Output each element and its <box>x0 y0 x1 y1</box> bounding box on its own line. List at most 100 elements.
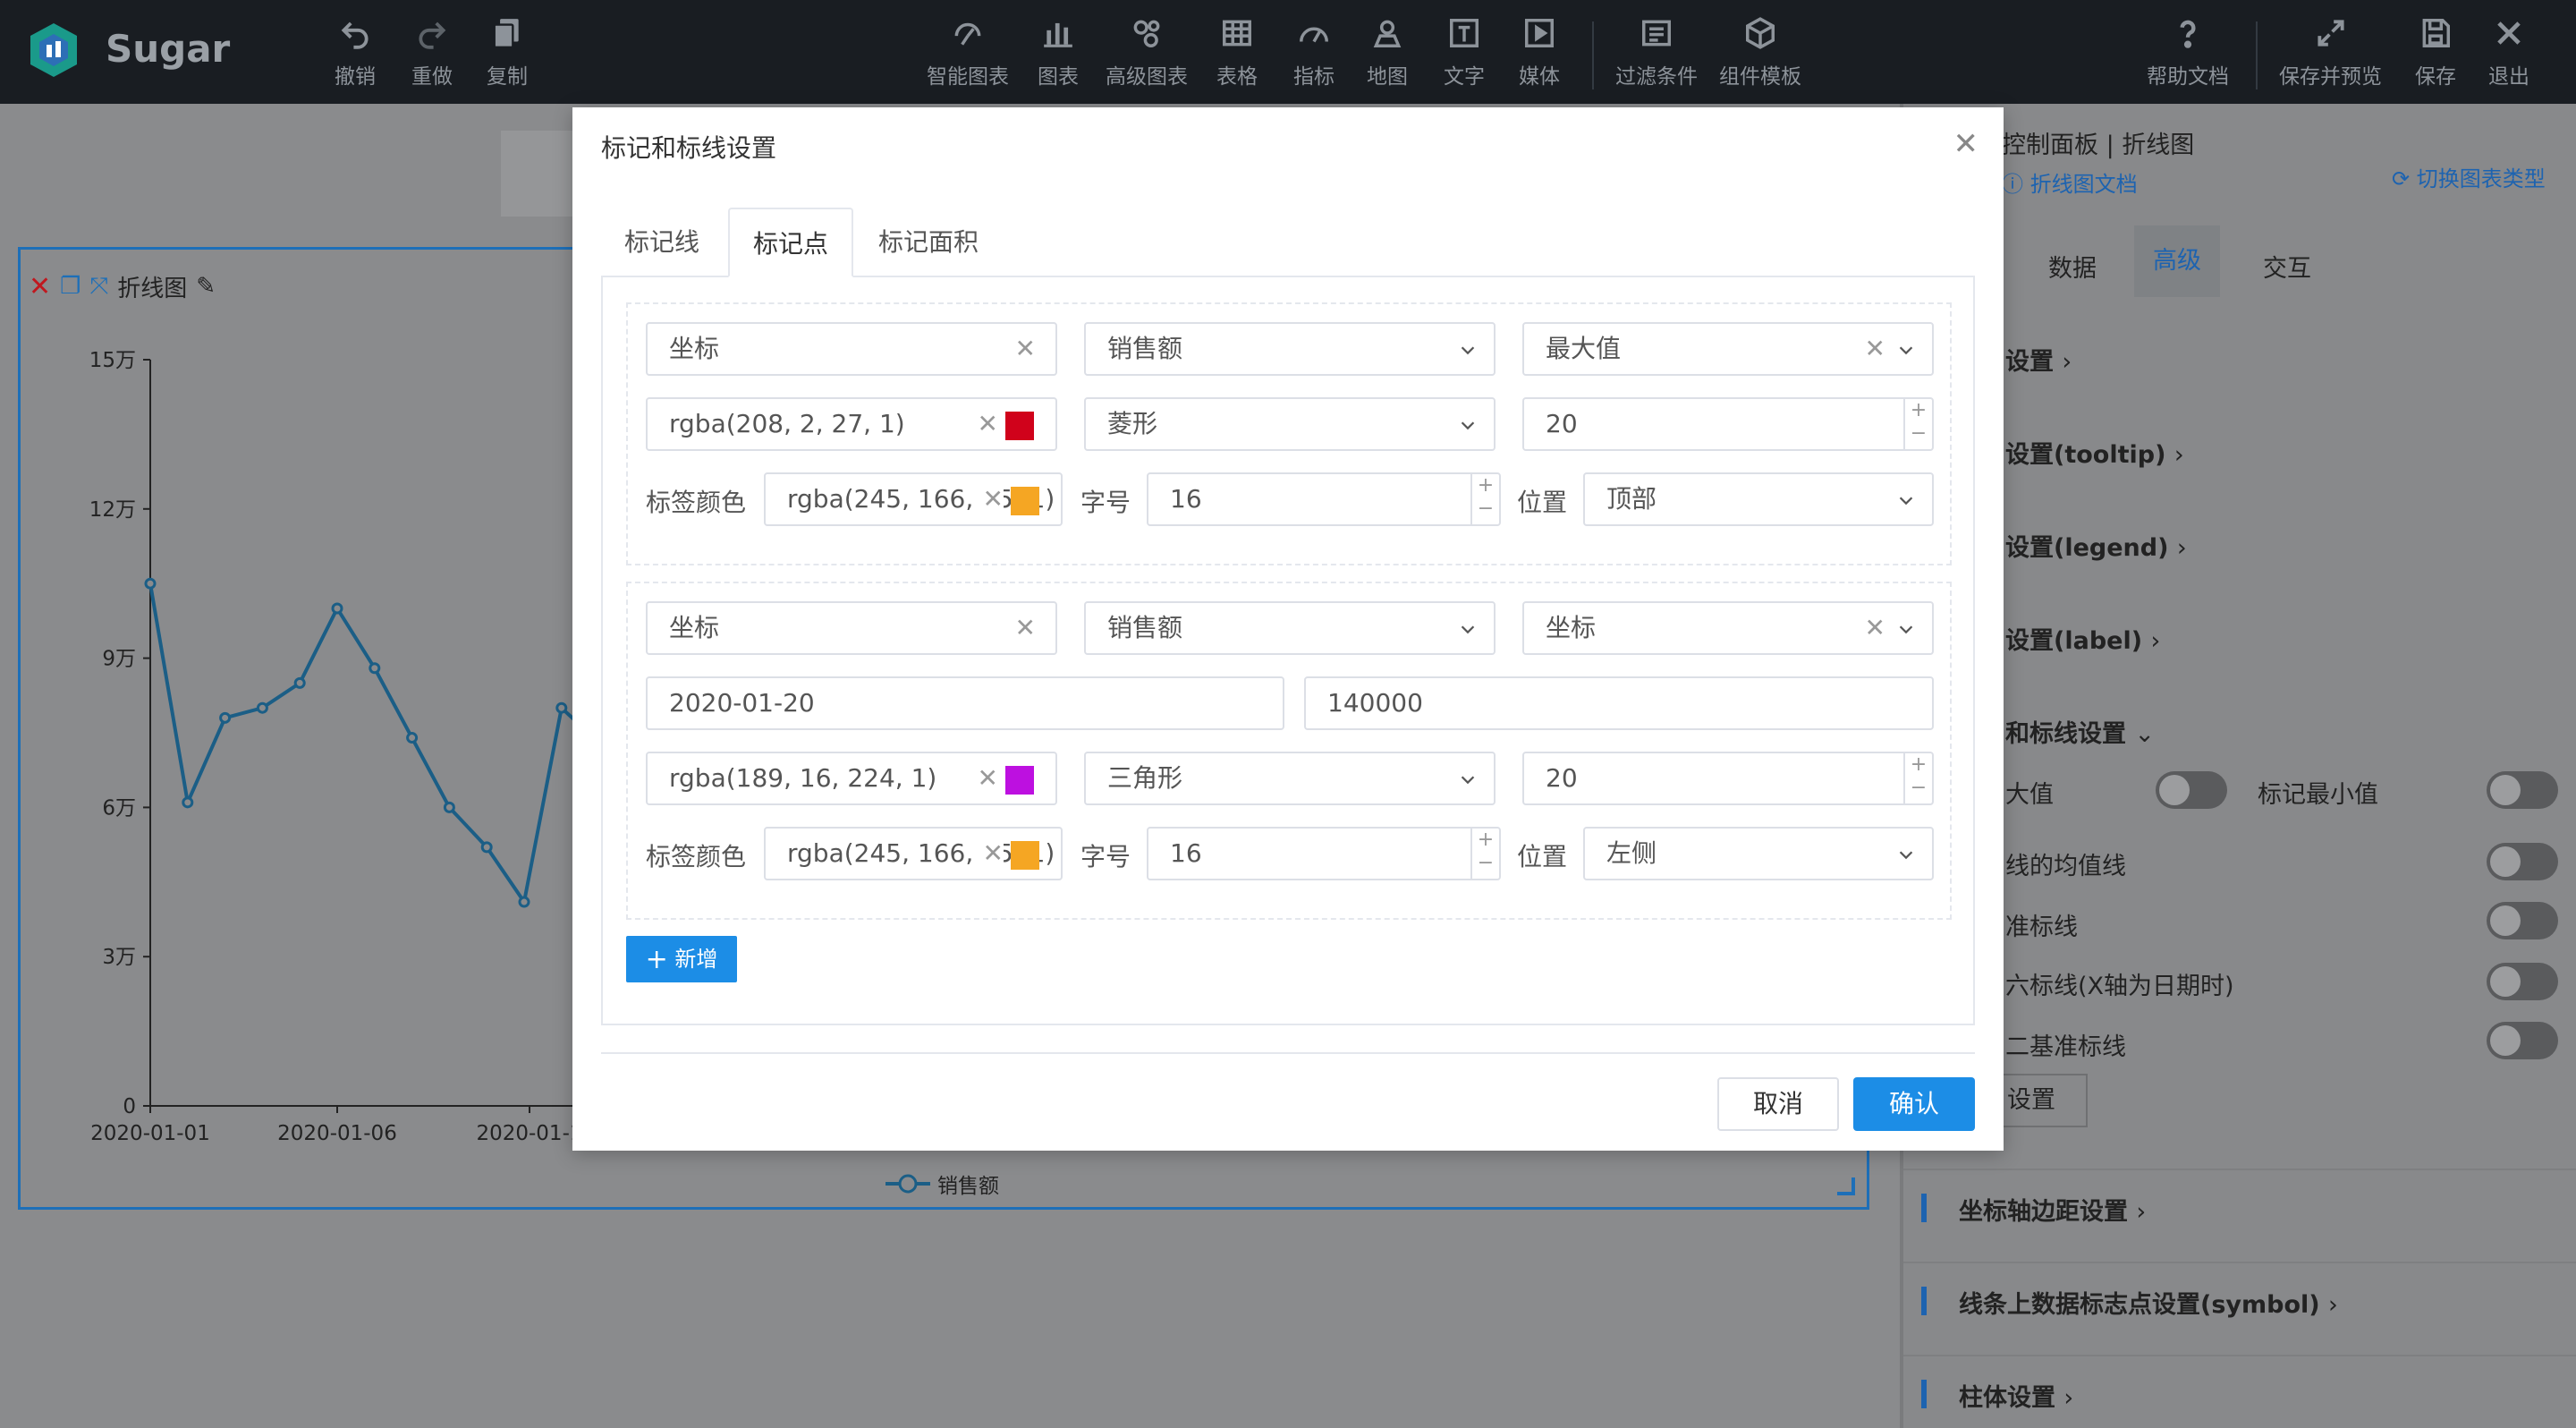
chart-doc-link[interactable]: ⓘ 折线图文档 <box>2002 166 2138 198</box>
cancel-button[interactable]: 取消 <box>1717 1077 1839 1131</box>
section-markline[interactable]: 和标线设置 ⌄ <box>2005 714 2155 749</box>
color-swatch[interactable] <box>1011 841 1039 870</box>
section-label[interactable]: 设置(label) › <box>2005 621 2160 656</box>
stepper-buttons[interactable]: + − <box>1903 753 1932 803</box>
label-color-input[interactable]: rgba(245, 166, 35, 1) ✕ <box>764 472 1063 526</box>
media-button[interactable]: 媒体 <box>1519 16 1560 89</box>
color-swatch[interactable] <box>1005 766 1034 795</box>
type-select[interactable]: 坐标 ✕ <box>646 601 1057 655</box>
help-button[interactable]: 帮助文档 <box>2147 16 2229 89</box>
position-select[interactable]: 顶部 <box>1583 472 1934 526</box>
exit-button[interactable]: 退出 <box>2488 16 2529 89</box>
resize-handle[interactable] <box>1837 1177 1855 1195</box>
clear-icon[interactable]: ✕ <box>1865 324 1885 374</box>
font-size-stepper[interactable]: 16 + − <box>1147 827 1501 880</box>
stepper-buttons[interactable]: + − <box>1470 474 1499 524</box>
undo-button[interactable]: 撤销 <box>335 16 376 89</box>
switch-chart-type-link[interactable]: ⟳ 切换图表类型 <box>2392 161 2546 192</box>
tab-markarea[interactable]: 标记面积 <box>855 208 1002 277</box>
x-tick-label: 2020-01-1 <box>476 1122 582 1145</box>
option-min-label: 标记最小值 <box>2258 781 2378 809</box>
min-value-toggle[interactable] <box>2487 771 2558 809</box>
chart-widget-title: 折线图 <box>117 275 188 302</box>
section-symbol[interactable]: 线条上数据标志点设置(symbol) › <box>1959 1285 2338 1320</box>
x-coordinate-input[interactable]: 2020-01-20 <box>646 676 1284 730</box>
x-tick-label: 2020-01-06 <box>277 1122 397 1145</box>
section-legend[interactable]: 设置(legend) › <box>2005 528 2187 563</box>
chart-button[interactable]: 图表 <box>1038 16 1079 89</box>
color-swatch[interactable] <box>1005 412 1034 440</box>
redo-icon <box>411 16 453 54</box>
tab-markline[interactable]: 标记线 <box>601 208 723 277</box>
clear-icon[interactable]: ✕ <box>1865 603 1885 653</box>
indicator-label: 指标 <box>1293 65 1335 89</box>
advanced-chart-label: 高级图表 <box>1106 65 1188 89</box>
duplicate-icon[interactable]: ❐ <box>60 273 80 300</box>
max-value-toggle[interactable] <box>2156 771 2227 809</box>
mode-select[interactable]: 最大值 ✕ <box>1522 322 1934 376</box>
field-select[interactable]: 销售额 <box>1084 322 1496 376</box>
stepper-buttons[interactable]: + − <box>1470 829 1499 879</box>
section-tooltip[interactable]: 设置(tooltip) › <box>2005 435 2184 470</box>
clear-icon[interactable]: ✕ <box>1015 324 1036 374</box>
label-color-input[interactable]: rgba(245, 166, 35, 1) ✕ <box>764 827 1063 880</box>
clear-icon[interactable]: ✕ <box>978 399 998 449</box>
chevron-down-icon <box>1458 399 1478 449</box>
add-markpoint-button[interactable]: + 新增 <box>626 936 737 982</box>
map-button[interactable]: 地图 <box>1367 16 1408 89</box>
y-coordinate-input[interactable]: 140000 <box>1304 676 1934 730</box>
data-point <box>518 896 530 908</box>
chevron-down-icon <box>1896 603 1916 653</box>
top-toolbar: Sugar 撤销 重做 复制 智能图表 图表 高级图表 表格 指标 地图 文字 <box>0 0 2576 104</box>
stepper-buttons[interactable]: + − <box>1903 399 1932 449</box>
edit-title-icon[interactable]: ✎ <box>196 273 216 300</box>
color-swatch[interactable] <box>1011 487 1039 515</box>
fullscreen-icon[interactable]: ⤧ <box>89 273 108 301</box>
position-select[interactable]: 左侧 <box>1583 827 1934 880</box>
shape-select[interactable]: 菱形 <box>1084 397 1496 451</box>
tab-data[interactable]: 数据 <box>2048 249 2097 284</box>
mode-select[interactable]: 坐标 ✕ <box>1522 601 1934 655</box>
point-color-input[interactable]: rgba(208, 2, 27, 1) ✕ <box>646 397 1057 451</box>
type-select[interactable]: 坐标 ✕ <box>646 322 1057 376</box>
save-button[interactable]: 保存 <box>2415 16 2456 89</box>
section-general[interactable]: 设置 › <box>2005 342 2072 377</box>
save-preview-button[interactable]: 保存并预览 <box>2279 16 2382 89</box>
tab-interaction[interactable]: 交互 <box>2263 249 2311 284</box>
font-size-stepper[interactable]: 16 + − <box>1147 472 1501 526</box>
point-color-input[interactable]: rgba(189, 16, 224, 1) ✕ <box>646 752 1057 805</box>
baseline-toggle[interactable] <box>2487 902 2558 939</box>
markpoint-group: 坐标 ✕ 销售额 最大值 ✕ rgba(208, 2, 27, 1) ✕ 菱形 20 +… <box>626 302 1952 565</box>
line-chart: 0 3万 6万 9万 12万 15万 2020-01-01 2020-01-06 2020-01… <box>89 349 590 1145</box>
filter-button[interactable]: 过滤条件 <box>1615 16 1698 89</box>
confirm-button[interactable]: 确认 <box>1853 1077 1975 1131</box>
second-baseline-toggle[interactable] <box>2487 1022 2558 1059</box>
clear-icon[interactable]: ✕ <box>979 474 1004 524</box>
table-button[interactable]: 表格 <box>1216 16 1258 89</box>
smart-chart-button[interactable]: 智能图表 <box>927 16 1009 89</box>
size-stepper[interactable]: 20 + − <box>1522 397 1934 451</box>
field-select[interactable]: 销售额 <box>1084 601 1496 655</box>
text-button[interactable]: 文字 <box>1444 16 1485 89</box>
shape-select[interactable]: 三角形 <box>1084 752 1496 805</box>
tab-markpoint[interactable]: 标记点 <box>728 208 854 277</box>
section-bar[interactable]: 柱体设置 › <box>1959 1378 2073 1413</box>
delete-icon[interactable]: ✕ <box>29 271 51 302</box>
clear-icon[interactable]: ✕ <box>1015 603 1036 653</box>
copy-button[interactable]: 复制 <box>487 16 528 89</box>
template-button[interactable]: 组件模板 <box>1719 16 1801 89</box>
size-stepper[interactable]: 20 + − <box>1522 752 1934 805</box>
clear-icon[interactable]: ✕ <box>979 829 1004 879</box>
clear-icon[interactable]: ✕ <box>978 753 998 803</box>
date-baseline-toggle[interactable] <box>2487 963 2558 1000</box>
close-icon[interactable]: ✕ <box>1953 129 1979 159</box>
chart-legend[interactable]: 销售额 <box>886 1169 999 1199</box>
tab-advanced[interactable]: 高级 <box>2134 225 2220 297</box>
indicator-button[interactable]: 指标 <box>1293 16 1335 89</box>
redo-button[interactable]: 重做 <box>411 16 453 89</box>
avg-line-toggle[interactable] <box>2487 843 2558 880</box>
markline-settings-button[interactable]: 设置 <box>1993 1074 2088 1127</box>
legend-line-icon <box>886 1174 930 1194</box>
advanced-chart-button[interactable]: 高级图表 <box>1106 16 1188 89</box>
section-axis-margin[interactable]: 坐标轴边距设置 › <box>1959 1192 2146 1227</box>
